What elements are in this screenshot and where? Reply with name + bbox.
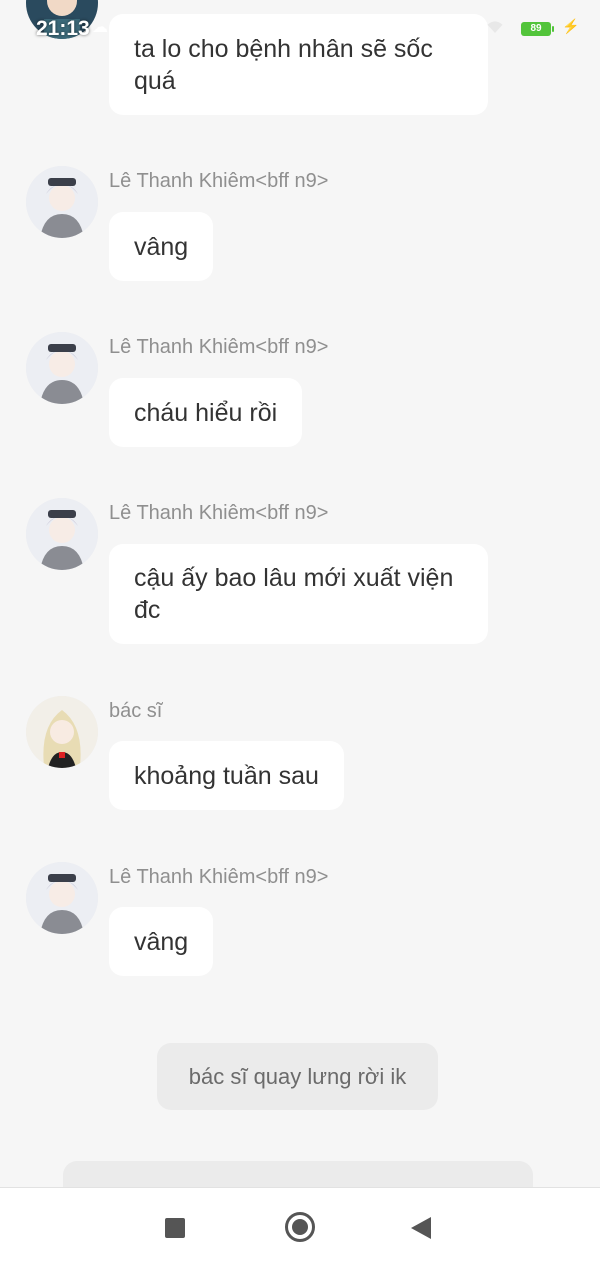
avatar[interactable] (26, 332, 98, 404)
avatar[interactable] (26, 696, 98, 768)
battery-icon: 89 (521, 22, 554, 36)
avatar[interactable] (26, 166, 98, 238)
status-time: 21:13 (36, 17, 90, 40)
avatar-white-hair-icon (26, 862, 98, 934)
avatar[interactable] (26, 498, 98, 570)
battery-level: 89 (530, 23, 542, 34)
narration-text: bác sĩ quay lưng rời ik (188, 1063, 407, 1089)
recent-apps-square-icon[interactable] (165, 1218, 185, 1238)
message-text: vâng (134, 927, 189, 956)
sender-name: bác sĩ (109, 700, 163, 722)
message-bubble[interactable]: vâng (109, 212, 214, 281)
back-triangle-icon[interactable] (411, 1217, 431, 1239)
avatar-white-hair-icon (26, 166, 98, 238)
avatar-white-hair-icon (26, 332, 98, 404)
navigation-bar (0, 1187, 600, 1267)
charging-icon: ⚡ (562, 18, 580, 34)
message-bubble[interactable]: khoảng tuần sau (109, 741, 344, 810)
sender-name: Lê Thanh Khiêm<bff n9> (109, 866, 329, 888)
sender-name: Lê Thanh Khiêm<bff n9> (109, 502, 329, 524)
status-bar: 21:13 ☁ 89 ⚡ (0, 0, 600, 60)
avatar-white-hair-icon (26, 498, 98, 570)
sender-name: Lê Thanh Khiêm<bff n9> (109, 170, 329, 192)
avatar-blonde-icon (26, 696, 98, 768)
wifi-icon (487, 21, 503, 33)
cloud-icon: ☁ (92, 19, 108, 36)
message-text: khoảng tuần sau (134, 761, 319, 790)
message-bubble[interactable]: cậu ấy bao lâu mới xuất viện đc (109, 544, 488, 644)
message-bubble[interactable]: vâng (109, 907, 214, 976)
message-bubble[interactable]: cháu hiểu rồi (109, 378, 303, 447)
home-circle-icon[interactable] (285, 1212, 315, 1242)
sender-name: Lê Thanh Khiêm<bff n9> (109, 336, 329, 358)
avatar[interactable] (26, 862, 98, 934)
narration-bubble[interactable]: bác sĩ quay lưng rời ik (157, 1043, 438, 1110)
message-text: cậu ấy bao lâu mới xuất viện đc (134, 564, 454, 624)
message-text: cháu hiểu rồi (134, 398, 278, 427)
message-text: vâng (134, 232, 189, 261)
